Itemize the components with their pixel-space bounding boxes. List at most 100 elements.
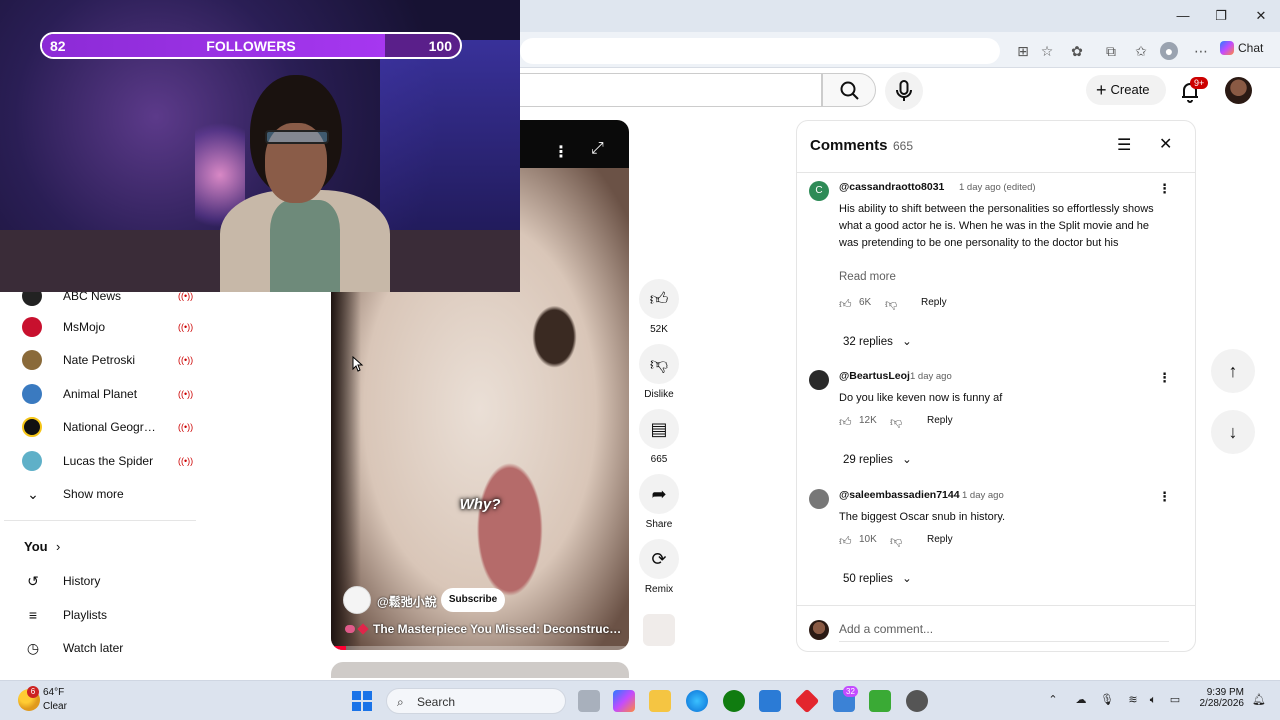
extensions-icon[interactable]: ✿ xyxy=(1068,42,1086,60)
channel-avatar[interactable] xyxy=(343,586,371,614)
subscribe-button[interactable]: Subscribe xyxy=(441,588,505,612)
thumbs-up-icon[interactable]: 👍︎ xyxy=(839,534,852,549)
sidebar-item-history[interactable]: ↺ History xyxy=(22,569,192,593)
commenter-avatar[interactable]: C xyxy=(809,181,829,201)
reply-button[interactable]: Reply xyxy=(921,297,947,308)
copilot-icon[interactable] xyxy=(613,690,635,712)
close-window-icon[interactable]: ✕ xyxy=(1246,6,1276,26)
webcam-overlay: 82 FOLLOWERS 100 xyxy=(0,0,520,292)
replies-toggle[interactable]: 29 replies ⌄ xyxy=(843,452,912,466)
address-bar[interactable] xyxy=(520,38,1000,64)
chevron-right-icon: › xyxy=(56,539,61,554)
sound-avatar[interactable] xyxy=(643,614,675,646)
more-options-icon[interactable]: ⋯ xyxy=(1192,42,1210,60)
video-progress-bar[interactable] xyxy=(331,646,629,650)
reply-button[interactable]: Reply xyxy=(927,534,953,545)
commenter-avatar[interactable] xyxy=(809,489,829,509)
sidebar-you-header[interactable]: You › xyxy=(22,535,192,559)
create-button[interactable]: + Create xyxy=(1086,75,1166,105)
comment-author[interactable]: @cassandraotto8031 xyxy=(839,181,944,193)
battery-icon[interactable]: ▭ xyxy=(1168,693,1182,707)
share-button[interactable]: ➦ Share xyxy=(639,474,679,530)
comment-more-icon[interactable]: ⋮ xyxy=(1158,370,1171,386)
previous-short-button[interactable]: ↑ xyxy=(1211,349,1255,393)
notifications-icon[interactable]: 🔔︎ xyxy=(1252,693,1266,707)
voice-search-button[interactable] xyxy=(885,72,923,110)
thumbs-down-icon[interactable]: 👎︎ xyxy=(890,415,902,430)
thumbs-up-icon[interactable]: 👍︎ xyxy=(839,415,852,430)
start-button[interactable] xyxy=(352,691,372,711)
replies-toggle[interactable]: 32 replies ⌄ xyxy=(843,334,912,348)
share-label: Share xyxy=(645,519,673,530)
minecraft-icon[interactable] xyxy=(869,690,891,712)
app-icon[interactable] xyxy=(794,688,820,714)
fullscreen-icon[interactable]: ⤢ xyxy=(591,140,604,158)
profile-icon[interactable]: ● xyxy=(1160,42,1178,60)
microphone-icon[interactable]: 🎙︎ xyxy=(1100,693,1114,707)
minimize-icon[interactable]: — xyxy=(1168,6,1198,26)
search-input[interactable] xyxy=(520,73,822,107)
close-icon[interactable]: ✕ xyxy=(1159,134,1172,154)
show-more-button[interactable]: ⌄ Show more xyxy=(22,482,192,506)
file-explorer-icon[interactable] xyxy=(649,690,671,712)
taskbar-search[interactable]: ⌕ Search xyxy=(386,688,566,714)
dislike-button[interactable]: 👎︎ Dislike xyxy=(639,344,679,400)
read-more-link[interactable]: Read more xyxy=(839,271,896,283)
like-button[interactable]: 👍︎ 52K xyxy=(639,279,679,335)
obs-icon[interactable] xyxy=(906,690,928,712)
chevron-down-icon: ⌄ xyxy=(902,336,912,348)
sidebar-subscription-national-geographic[interactable]: National Geogra... ((•)) xyxy=(22,415,193,439)
sidebar-subscription-lucas-the-spider[interactable]: Lucas the Spider ((•)) xyxy=(22,449,193,473)
history-label: History xyxy=(63,574,101,588)
next-short-button[interactable]: ↓ xyxy=(1211,410,1255,454)
add-comment-input[interactable]: Add a comment... xyxy=(839,622,1169,642)
chevron-up-icon[interactable]: ⌃ xyxy=(1046,693,1060,707)
edge-icon[interactable] xyxy=(686,690,708,712)
maximize-icon[interactable]: ❐ xyxy=(1206,6,1236,26)
streamer xyxy=(220,75,390,292)
sidebar-subscription-nate-petroski[interactable]: Nate Petroski ((•)) xyxy=(22,348,193,372)
comment-time: 1 day ago (edited) xyxy=(959,182,1036,193)
more-options-icon[interactable]: ⋮ xyxy=(553,142,569,162)
account-avatar[interactable] xyxy=(1225,77,1252,104)
comment-author[interactable]: @BeartusLeoj xyxy=(839,370,910,382)
comment-more-icon[interactable]: ⋮ xyxy=(1158,181,1171,197)
task-view-icon[interactable] xyxy=(578,690,600,712)
split-screen-icon[interactable]: ⧉ xyxy=(1102,42,1120,60)
copilot-chat-button[interactable]: Chat xyxy=(1220,41,1263,55)
search-button[interactable] xyxy=(822,73,876,107)
thumbs-down-icon[interactable]: 👎︎ xyxy=(890,534,902,549)
sidebar-subscription-msmojo[interactable]: MsMojo ((•)) xyxy=(22,315,193,339)
short-title[interactable]: The Masterpiece You Missed: Deconstructi… xyxy=(345,622,625,636)
wifi-icon[interactable]: ≋ xyxy=(1126,693,1140,707)
onedrive-icon[interactable]: ☁ xyxy=(1074,693,1088,707)
clock[interactable]: 9:39 PM 2/28/2026 xyxy=(1190,687,1245,709)
volume-icon[interactable]: 🔈︎ xyxy=(1146,693,1160,707)
microphone-icon xyxy=(896,80,912,101)
commenter-avatar[interactable] xyxy=(809,370,829,390)
comment-more-icon[interactable]: ⋮ xyxy=(1158,489,1171,505)
sidebar-item-watch-later[interactable]: ◷ Watch later xyxy=(22,636,192,660)
comment-item: @BeartusLeoj 1 day ago ⋮ Do you like kev… xyxy=(809,370,1185,480)
replies-count: 32 replies xyxy=(843,336,893,348)
thumbs-down-icon[interactable]: 👎︎ xyxy=(885,297,897,312)
favorites-icon[interactable]: ✩ xyxy=(1132,42,1150,60)
weather-condition: Clear xyxy=(43,701,67,712)
remix-button[interactable]: ⟳ Remix xyxy=(639,539,679,595)
store-icon[interactable] xyxy=(759,690,781,712)
comment-time: 1 day ago xyxy=(910,371,952,382)
channel-handle[interactable]: @鬆弛小說 xyxy=(377,593,437,610)
comment-author[interactable]: @saleembassadien7144 xyxy=(839,489,960,501)
sort-icon[interactable]: ☰ xyxy=(1117,135,1131,155)
thumbs-up-icon[interactable]: 👍︎ xyxy=(839,297,852,312)
reply-button[interactable]: Reply xyxy=(927,415,953,426)
apps-icon[interactable]: ⊞ xyxy=(1014,42,1032,60)
sidebar-item-playlists[interactable]: ≡ Playlists xyxy=(22,603,192,627)
history-icon: ↺ xyxy=(27,573,39,589)
comments-button[interactable]: ▤ 665 xyxy=(639,409,679,465)
next-short-preview[interactable] xyxy=(331,662,629,678)
favorite-star-icon[interactable]: ☆ xyxy=(1038,42,1056,60)
sidebar-subscription-animal-planet[interactable]: Animal Planet ((•)) xyxy=(22,382,193,406)
xbox-icon[interactable] xyxy=(723,690,745,712)
replies-toggle[interactable]: 50 replies ⌄ xyxy=(843,571,912,585)
